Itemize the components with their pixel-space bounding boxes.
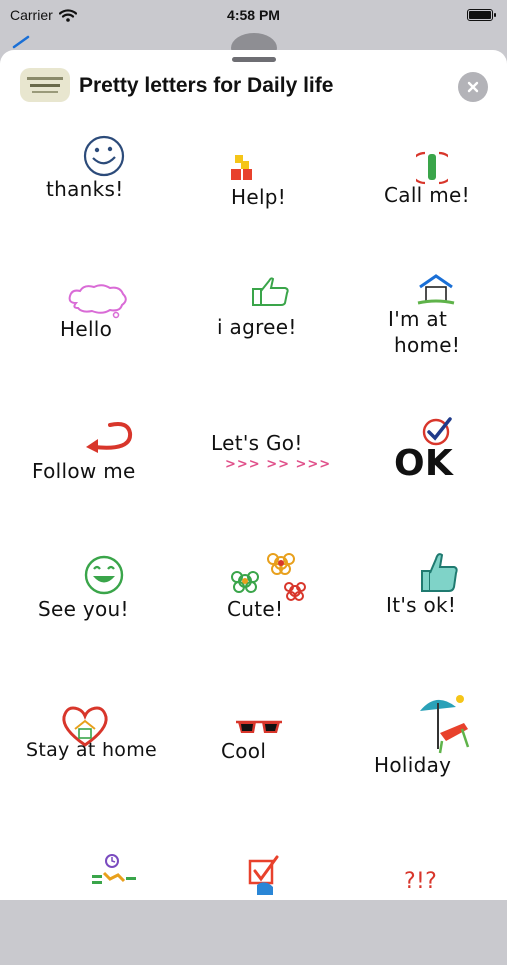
curved-arrow-icon: [86, 422, 133, 453]
close-button[interactable]: [458, 72, 488, 102]
sticker-caption: Let's Go!: [211, 431, 303, 455]
sticker-caption: Stay at home: [26, 739, 158, 761]
blocks-icon: [231, 155, 252, 180]
thumbs-up-icon: [252, 277, 289, 306]
sticker-caption: See you!: [38, 597, 129, 621]
app-icon-line: [30, 84, 60, 87]
sheet-title: Pretty letters for Daily life: [79, 74, 334, 97]
sticker-help[interactable]: Help!: [169, 125, 338, 265]
sticker-caption: I'm at: [388, 307, 448, 331]
sticker-caption: Help!: [231, 185, 287, 209]
clock-person-icon: [92, 854, 136, 884]
sticker-lets-go[interactable]: Let's Go! >>> >> >>>: [169, 405, 338, 545]
sticker-caption: Cool: [221, 739, 267, 763]
sticker-its-ok[interactable]: It's ok!: [338, 545, 507, 685]
app-icon: [20, 68, 70, 102]
arrows-icon: >>> >> >>>: [225, 457, 332, 472]
sticker-i-agree[interactable]: i agree!: [169, 265, 338, 405]
sticker-cute[interactable]: Cute!: [169, 545, 338, 685]
sticker-row6-1[interactable]: [0, 825, 169, 965]
sheet-grabber[interactable]: [232, 57, 276, 62]
sticker-ok[interactable]: OK: [338, 405, 507, 545]
sticker-cool[interactable]: Cool: [169, 685, 338, 825]
checkmark-icon: [12, 35, 30, 49]
app-icon-line: [32, 91, 58, 93]
sticker-row6-2[interactable]: [169, 825, 338, 965]
sunglasses-icon: [236, 720, 282, 733]
smiley-icon: [83, 135, 125, 177]
checkbox-icon: [248, 855, 279, 895]
battery-icon: [467, 9, 496, 21]
status-bar: Carrier 4:58 PM: [0, 0, 507, 30]
speech-cloud-icon: [68, 284, 127, 319]
sticker-caption: Holiday: [374, 753, 452, 777]
sticker-sheet: Pretty letters for Daily life thanks! He…: [0, 50, 507, 900]
sticker-thanks[interactable]: thanks!: [0, 125, 169, 265]
app-icon-line: [27, 77, 63, 80]
sticker-caption: i agree!: [217, 315, 297, 339]
sticker-caption: Call me!: [384, 183, 470, 207]
sticker-caption: thanks!: [46, 177, 124, 201]
phone-icon: [416, 151, 448, 185]
sticker-caption: It's ok!: [386, 593, 457, 617]
sticker-stay-at-home[interactable]: Stay at home: [0, 685, 169, 825]
question-marks-icon: ?!?: [404, 869, 438, 894]
sticker-follow-me[interactable]: Follow me: [0, 405, 169, 545]
sticker-call-me[interactable]: Call me!: [338, 125, 507, 265]
house-icon: [417, 274, 455, 305]
sticker-hello[interactable]: Hello: [0, 265, 169, 405]
sticker-caption: OK: [394, 443, 454, 484]
close-icon: [467, 81, 479, 93]
wifi-icon: [58, 8, 77, 22]
sticker-row6-3[interactable]: ?!?: [338, 825, 507, 965]
beach-chair-icon: [420, 695, 470, 754]
sticker-im-at-home[interactable]: I'm at home!: [338, 265, 507, 405]
sticker-holiday[interactable]: Holiday: [338, 685, 507, 825]
carrier-label: Carrier: [10, 7, 53, 23]
sticker-caption: Hello: [60, 317, 113, 341]
sticker-caption: Cute!: [227, 597, 284, 621]
sticker-caption-line2: home!: [394, 333, 461, 357]
status-left: Carrier: [10, 7, 77, 23]
smiley-icon: [84, 555, 124, 595]
thumbs-up-icon: [421, 553, 458, 592]
sticker-caption: Follow me: [32, 459, 136, 483]
sticker-see-you[interactable]: See you!: [0, 545, 169, 685]
